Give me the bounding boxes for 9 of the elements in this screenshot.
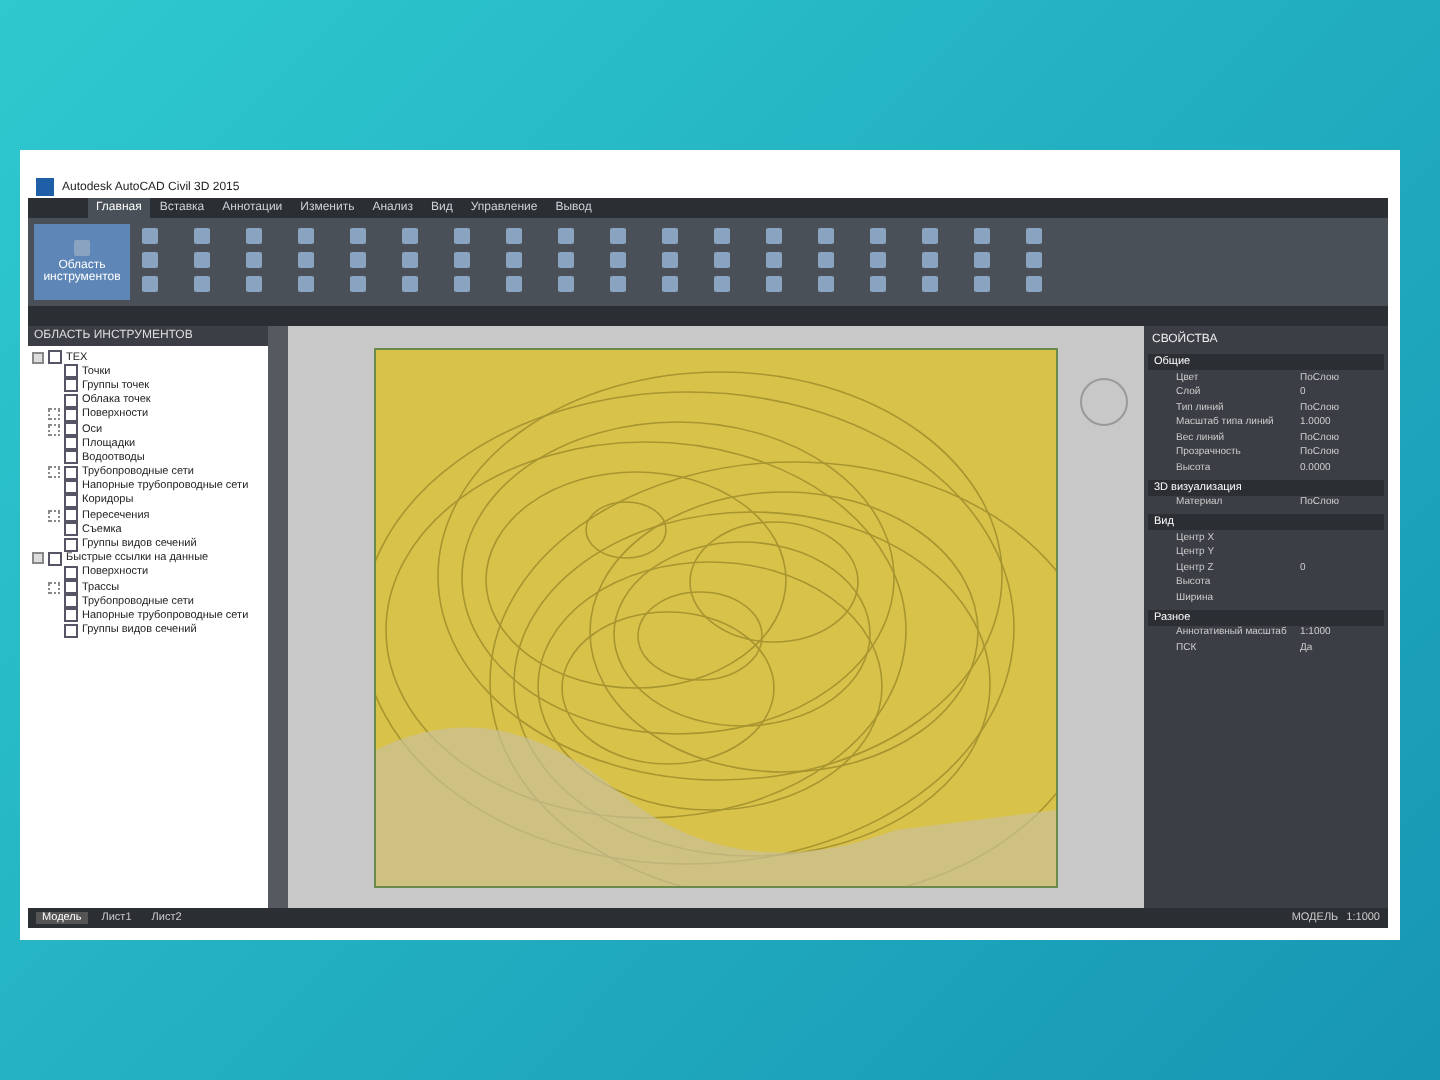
expand-toggle[interactable] — [32, 351, 44, 364]
expand-toggle[interactable] — [48, 509, 60, 522]
app-logo-icon[interactable] — [36, 178, 54, 196]
expand-toggle[interactable] — [48, 466, 60, 479]
expand-toggle[interactable] — [48, 423, 60, 436]
expand-toggle[interactable] — [48, 581, 60, 594]
view-cube-icon[interactable] — [1080, 378, 1128, 426]
expand-toggle[interactable] — [48, 408, 60, 421]
expand-toggle[interactable] — [32, 552, 44, 565]
